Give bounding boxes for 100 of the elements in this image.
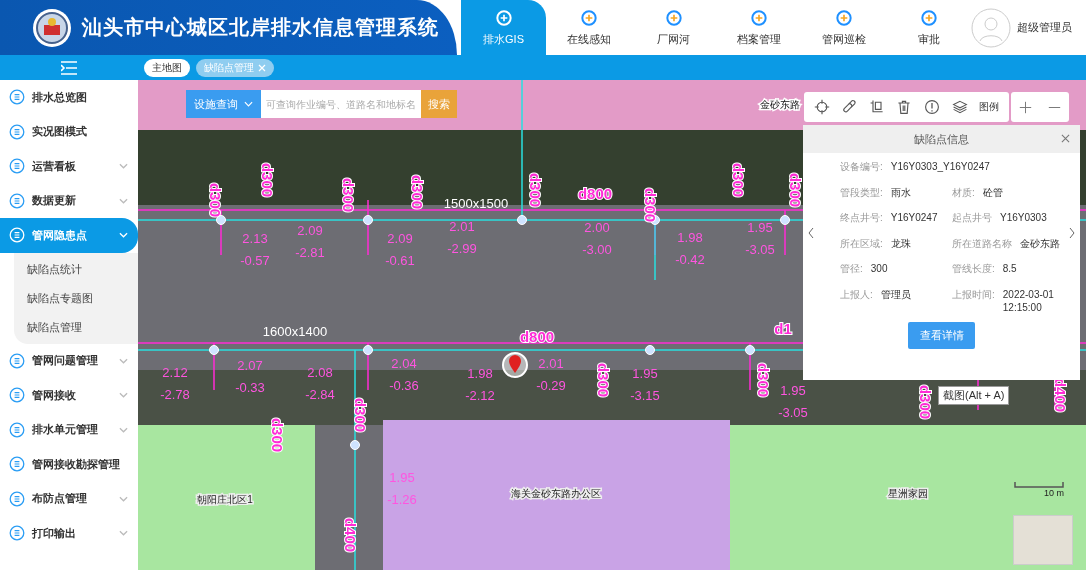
elevation-label: 2.01 xyxy=(449,219,475,234)
submenu-item[interactable]: 缺陷点统计 xyxy=(14,254,138,284)
pipe-label: 1600x1400 xyxy=(262,324,328,339)
module-icon xyxy=(493,8,514,28)
list-icon xyxy=(9,192,25,209)
info-icon[interactable] xyxy=(924,99,941,115)
list-icon xyxy=(9,89,25,106)
pipe-label: d300 xyxy=(352,397,369,433)
panel-title: 缺陷点信息 xyxy=(914,131,969,147)
search-field[interactable]: 可查询作业编号、道路名和地标名 xyxy=(261,90,421,118)
list-icon xyxy=(9,352,25,369)
layers-icon[interactable] xyxy=(951,99,968,115)
link-icon[interactable] xyxy=(841,99,858,115)
field-label: 材质: xyxy=(952,185,975,199)
module-icon xyxy=(918,8,939,28)
elevation-label: 2.09 xyxy=(387,231,413,246)
pipe-label: d300 xyxy=(595,362,612,398)
field-value: 300 xyxy=(870,262,888,275)
crosshair-icon[interactable] xyxy=(813,99,830,115)
sidebar-item[interactable]: 运营看板 xyxy=(0,149,138,184)
trash-icon[interactable] xyxy=(896,99,913,115)
sidebar-item[interactable]: 管网接收勘探管理 xyxy=(0,447,138,482)
sidebar-item[interactable]: 打印输出 xyxy=(0,516,138,551)
list-icon xyxy=(9,387,25,404)
area-label: 星洲家园 xyxy=(888,488,928,499)
field-value: 管理员 xyxy=(880,287,911,301)
pipe-label: 1500x1500 xyxy=(443,196,509,211)
elevation-label: 2.04 xyxy=(391,356,417,371)
legend-button[interactable]: 图例 xyxy=(979,100,1000,114)
list-icon xyxy=(9,525,25,542)
sidebar-item[interactable]: 管网问题管理 xyxy=(0,343,138,378)
sidebar-item[interactable]: 排水总览图 xyxy=(0,80,138,115)
sidebar-item[interactable]: 实况图模式 xyxy=(0,114,138,149)
pipe-label: d300 xyxy=(527,172,544,208)
submenu-item[interactable]: 缺陷点管理 xyxy=(14,312,138,342)
field-label: 终点井号: xyxy=(840,211,883,224)
location-pin-icon[interactable] xyxy=(502,352,528,378)
elevation-label: -0.61 xyxy=(385,253,415,268)
road-label: 金砂东路 xyxy=(760,99,800,110)
sidebar-item[interactable]: 数据更新 xyxy=(0,183,138,218)
elevation-label: -0.29 xyxy=(536,378,566,393)
elevation-label: -3.00 xyxy=(582,242,612,257)
minimap-thumbnail[interactable] xyxy=(1013,515,1073,565)
elevation-label: -2.78 xyxy=(160,387,190,402)
list-icon xyxy=(9,456,25,473)
sidebar-item[interactable]: 布防点管理 xyxy=(0,481,138,516)
field-value: Y16Y0247 xyxy=(890,211,938,224)
pipe-label: d800 xyxy=(519,328,555,345)
pipe-label: d1 xyxy=(774,320,792,337)
list-icon xyxy=(9,123,25,140)
elevation-label: -0.36 xyxy=(389,378,419,393)
field-label: 所在区域: xyxy=(840,236,883,250)
chevron-left-icon[interactable] xyxy=(808,227,814,240)
pipe-label: d300 xyxy=(409,174,426,210)
field-value: 雨水 xyxy=(890,185,911,199)
field-value: 8.5 xyxy=(1002,262,1018,275)
elevation-label: 1.95 xyxy=(389,470,415,485)
user-name[interactable]: 超级管理员 xyxy=(1017,20,1072,35)
tooltip: 截图(Alt + A) xyxy=(938,386,1010,405)
field-value: 龙珠 xyxy=(890,236,911,250)
pipe-label: d300 xyxy=(259,162,276,198)
module-icon xyxy=(663,8,684,28)
zoom-in-icon[interactable] xyxy=(1019,100,1032,114)
field-value: 金砂东路 xyxy=(1020,236,1061,250)
sidebar-item[interactable]: 排水单元管理 xyxy=(0,412,138,447)
pipe-label: d300 xyxy=(755,362,772,398)
field-label: 管径: xyxy=(840,262,863,275)
sidebar-item[interactable]: 管网接收 xyxy=(0,378,138,413)
close-icon[interactable] xyxy=(1061,134,1070,143)
list-icon xyxy=(9,158,25,175)
screenshot-icon[interactable] xyxy=(868,99,885,115)
menu-icon[interactable] xyxy=(61,60,77,75)
pipe-label: d300 xyxy=(917,384,934,420)
module-icon xyxy=(748,8,769,28)
elevation-label: -1.26 xyxy=(387,492,417,507)
elevation-label: -2.81 xyxy=(295,245,325,260)
app-title: 汕头市中心城区北岸排水信息管理系统 xyxy=(82,15,439,40)
elevation-label: -0.33 xyxy=(235,380,265,395)
elevation-label: -2.84 xyxy=(305,387,335,402)
pipe-label: d300 xyxy=(269,417,286,453)
module-icon xyxy=(578,8,599,28)
field-label: 上报人: xyxy=(840,287,873,301)
elevation-label: -0.57 xyxy=(240,253,270,268)
breadcrumb-tab[interactable]: 主地图 xyxy=(144,58,190,77)
chevron-right-icon[interactable] xyxy=(1069,227,1075,240)
pipe-label: d300 xyxy=(642,187,659,223)
list-icon xyxy=(9,227,25,244)
submenu-item[interactable]: 缺陷点专题图 xyxy=(14,283,138,313)
field-label: 设备编号: xyxy=(840,160,883,173)
field-label: 所在道路名称 xyxy=(952,236,1012,250)
field-value: 砼管 xyxy=(982,185,1004,199)
elevation-label: 2.01 xyxy=(538,356,564,371)
elevation-label: 1.95 xyxy=(747,220,773,235)
elevation-label: 1.98 xyxy=(677,230,703,245)
pipe-label: d300 xyxy=(787,172,804,208)
field-value: Y16Y0303 xyxy=(1000,211,1048,224)
scale-label: 10 m xyxy=(1044,488,1064,498)
elevation-label: -3.05 xyxy=(778,405,808,420)
elevation-label: 2.13 xyxy=(242,231,268,246)
area-label: 朝阳庄北区1 xyxy=(197,494,253,505)
